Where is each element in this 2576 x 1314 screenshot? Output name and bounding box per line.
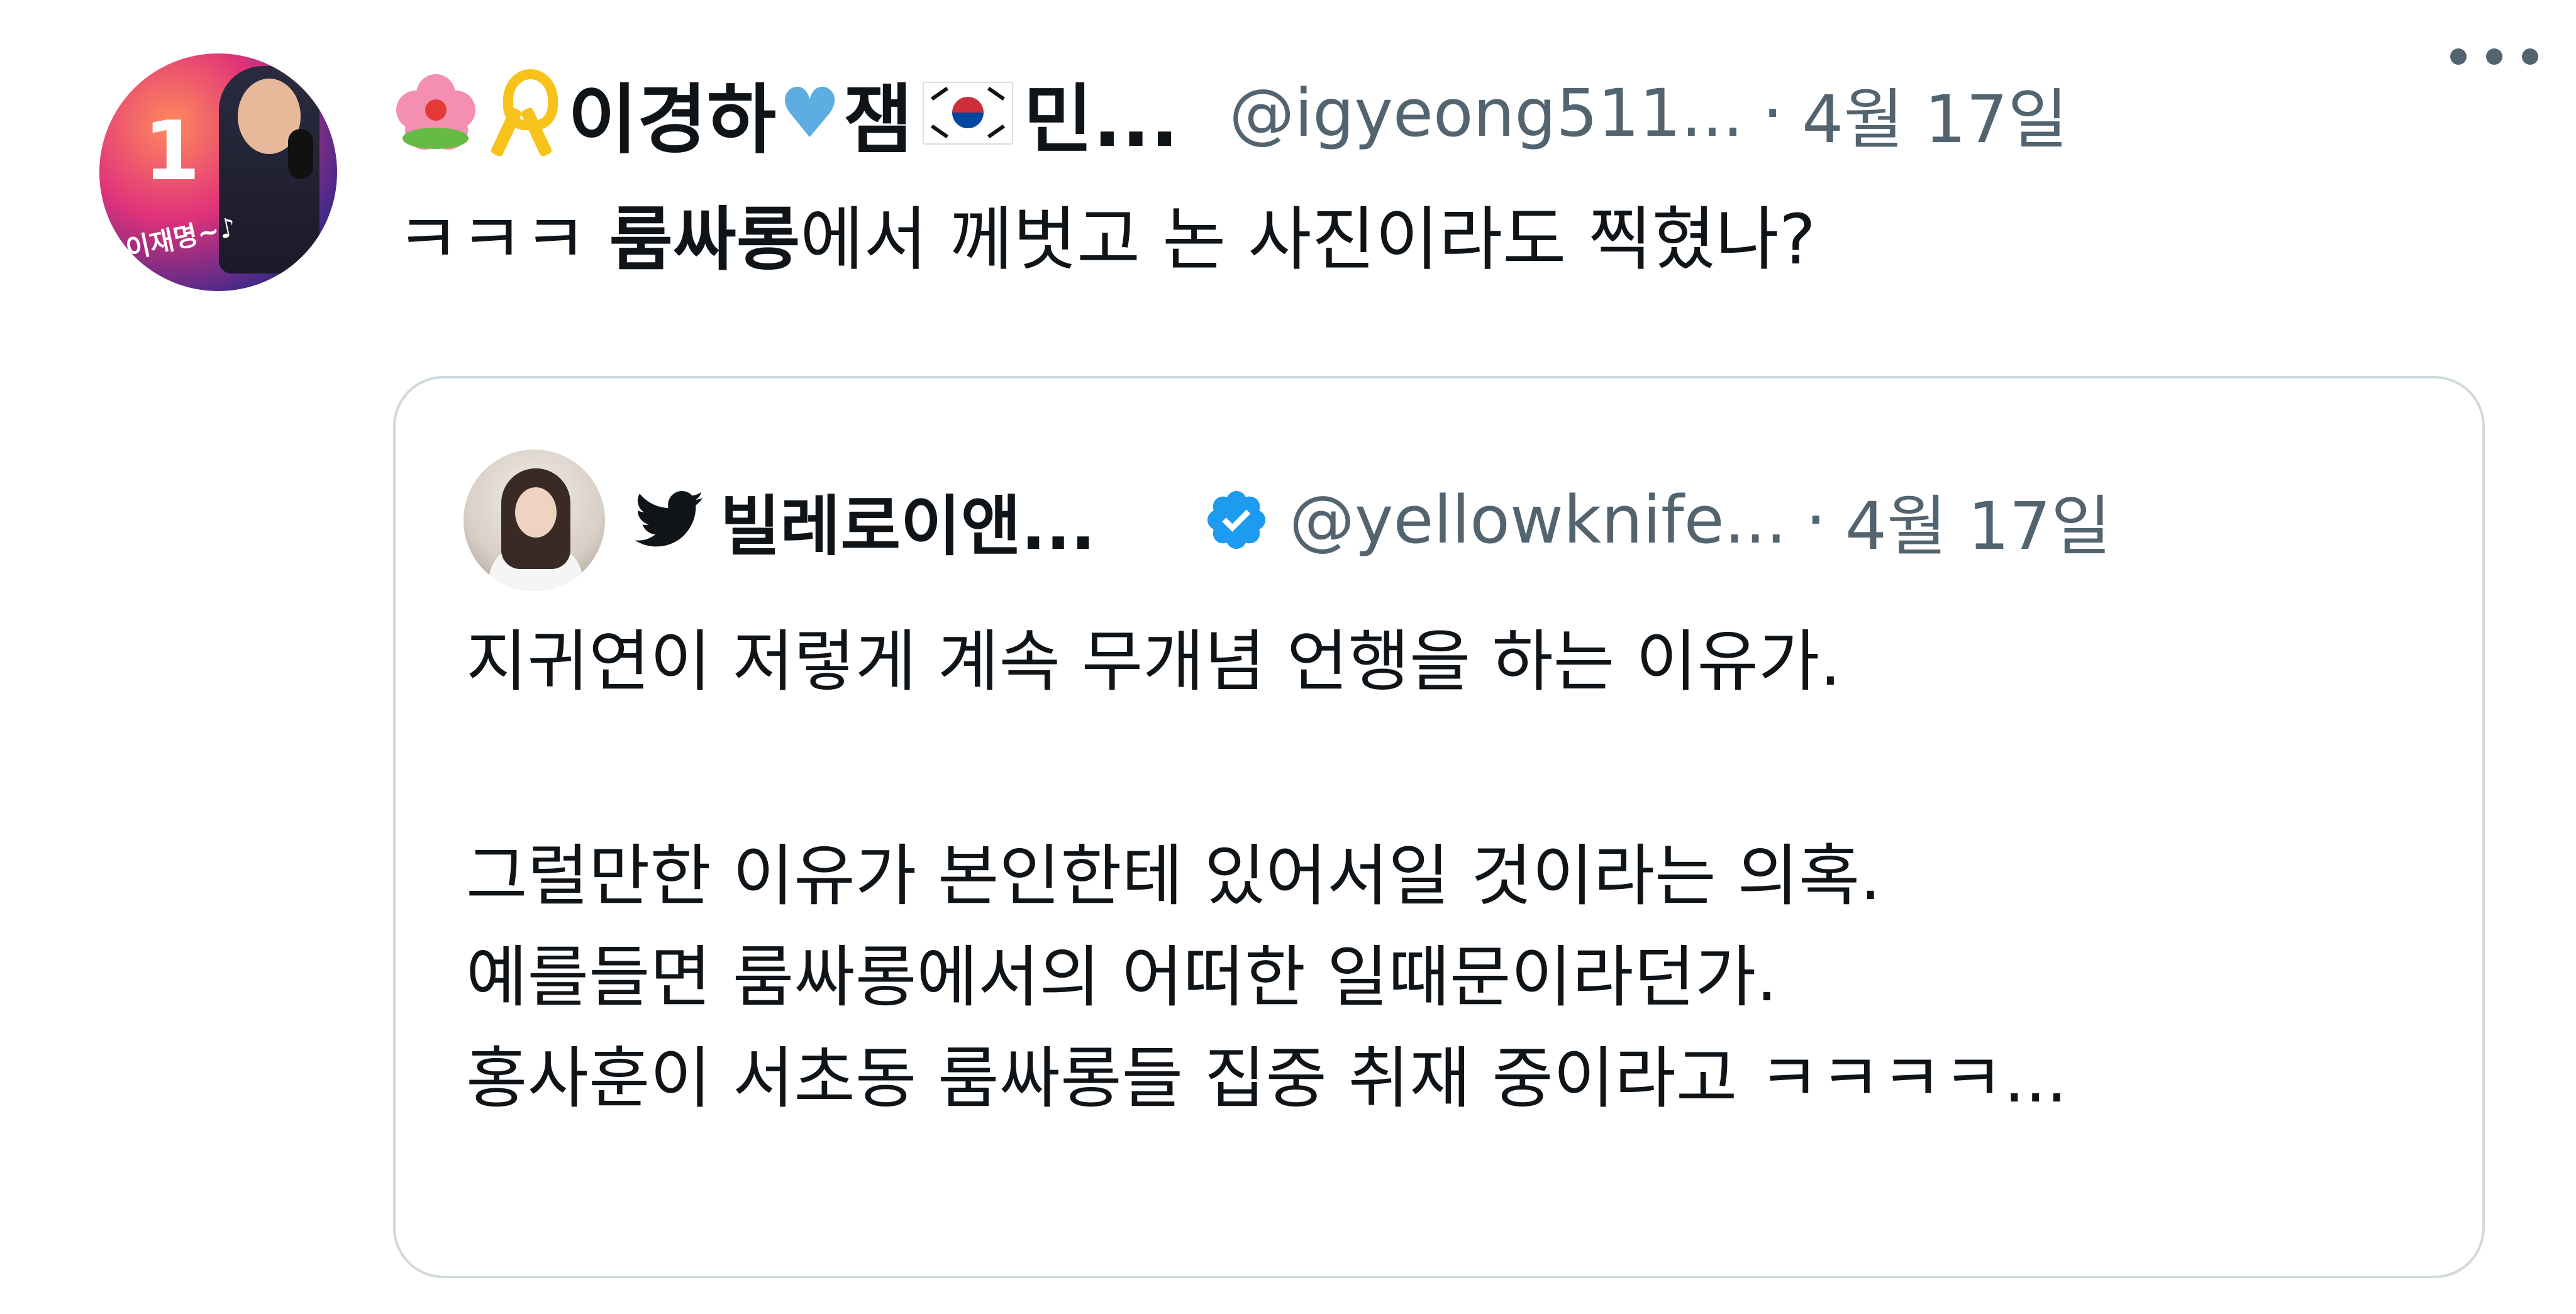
quoted-separator-dot: · [1805,482,1826,558]
hibiscus-icon [396,74,475,153]
blue-heart-icon: ♥ [779,73,841,153]
quoted-tweet-card[interactable]: 빌레로이앤... @yellowknife... · 4월 17일 지귀연이 저… [393,376,2485,1278]
tweet-text-after: 에서 께벗고 논 사진이라도 찍혔나? [800,199,1816,280]
twitter-bird-icon [635,491,704,547]
quoted-line: 홍사훈이 서초동 룸싸롱들 집중 취재 중이라고 ㅋㅋㅋㅋ... [466,1040,2068,1118]
quoted-tweet-date[interactable]: 4월 17일 [1845,473,2111,568]
quoted-line: 그럴만한 이유가 본인한테 있어서일 것이라는 의혹. [466,837,1882,915]
tweet-text-bold: 룸싸롱 [609,199,801,280]
microphone-icon [288,129,313,179]
tweet-text: ㅋㅋㅋ 룸싸롱에서 께벗고 논 사진이라도 찍혔나? [396,195,1816,285]
separator-dot: · [1762,75,1784,152]
verified-badge-icon [1207,490,1266,549]
author-avatar[interactable]: 1 이재명~♪ [99,53,337,291]
quoted-author-avatar[interactable] [464,450,605,591]
quoted-line: 지귀연이 저렇게 계속 무개념 언행을 하는 이유가. [466,623,1841,700]
author-name-part1[interactable]: 이경하 [568,58,776,168]
author-name-part2[interactable]: 잼 [843,58,913,168]
tweet-date[interactable]: 4월 17일 [1802,66,2068,161]
quoted-author-name[interactable]: 빌레로이앤... [720,473,1096,568]
quoted-tweet-header: 빌레로이앤... @yellowknife... · 4월 17일 [635,467,2427,573]
quoted-author-handle[interactable]: @yellowknife... [1289,482,1787,558]
tweet[interactable]: 1 이재명~♪ 이경하 ♥ 잼 민... @igyeong511... · 4월… [0,0,2576,1314]
author-handle[interactable]: @igyeong511... [1229,75,1743,152]
quoted-tweet-text: 지귀연이 저렇게 계속 무개념 언행을 하는 이유가. 그럴만한 이유가 본인한… [466,611,2067,1129]
author-name-part3[interactable]: 민... [1023,58,1179,168]
yellow-ribbon-icon [490,69,558,158]
more-options-icon[interactable] [2450,38,2538,75]
quoted-line: 예를들면 룸싸롱에서의 어떠한 일때문이라던가. [466,939,1778,1017]
tweet-text-before: ㅋㅋㅋ [396,199,609,280]
korea-flag-icon [923,82,1014,145]
tweet-header: 이경하 ♥ 잼 민... @igyeong511... · 4월 17일 [396,60,2522,167]
avatar-number: 1 [143,103,201,199]
